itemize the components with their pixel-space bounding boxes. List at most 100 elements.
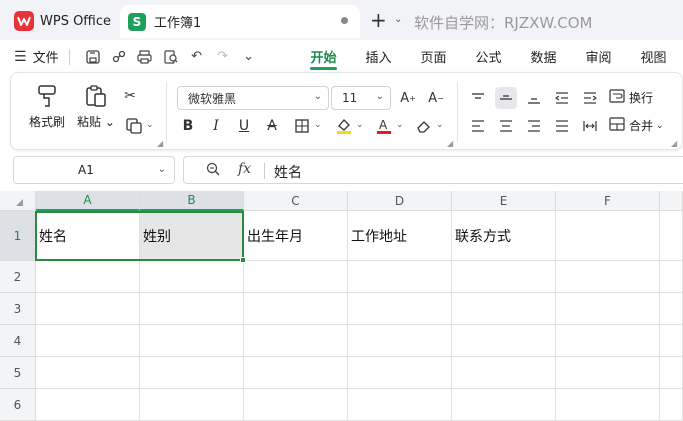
copy-icon[interactable]: [123, 115, 145, 137]
cell-e6[interactable]: [452, 389, 556, 421]
chevron-down-icon[interactable]: ⌄: [314, 120, 322, 130]
cell-f6[interactable]: [556, 389, 660, 421]
cell-g3[interactable]: [660, 293, 683, 325]
cell-c2[interactable]: [244, 261, 348, 293]
cell-a3[interactable]: [36, 293, 140, 325]
cell-f5[interactable]: [556, 357, 660, 389]
cell-b4[interactable]: [140, 325, 244, 357]
cell-e3[interactable]: [452, 293, 556, 325]
cell-c5[interactable]: [244, 357, 348, 389]
align-middle-icon[interactable]: [495, 87, 517, 109]
dialog-launcher-icon[interactable]: ◢: [157, 139, 163, 148]
formula-bar[interactable]: fx 姓名: [183, 156, 683, 184]
chevron-down-icon[interactable]: ⌄: [356, 120, 364, 130]
wps-home-tab[interactable]: WPS Office: [6, 6, 114, 36]
redo-icon[interactable]: ↷: [210, 48, 236, 66]
document-tab[interactable]: S 工作簿1: [120, 5, 360, 38]
column-header-a[interactable]: A: [36, 191, 140, 211]
chevron-down-icon[interactable]: ⌄: [394, 14, 402, 25]
cell-g1[interactable]: [660, 211, 683, 261]
align-center-icon[interactable]: [495, 115, 517, 137]
formula-content[interactable]: 姓名: [274, 162, 302, 182]
bold-icon[interactable]: B: [177, 115, 199, 137]
file-menu[interactable]: 文件: [33, 47, 59, 66]
align-top-icon[interactable]: [467, 87, 489, 109]
share-icon[interactable]: [106, 48, 132, 66]
preview-icon[interactable]: [158, 48, 184, 66]
cell-d1[interactable]: 工作地址: [348, 211, 452, 261]
justify-icon[interactable]: [551, 115, 573, 137]
column-header-e[interactable]: E: [452, 191, 556, 211]
cell-f1[interactable]: [556, 211, 660, 261]
clear-format-icon[interactable]: [413, 115, 435, 137]
cell-e1[interactable]: 联系方式: [452, 211, 556, 261]
cell-c6[interactable]: [244, 389, 348, 421]
wrap-text-button[interactable]: 换行: [609, 89, 653, 106]
function-icon[interactable]: fx: [238, 161, 251, 177]
border-icon[interactable]: [291, 115, 313, 137]
merge-cells-button[interactable]: 合并 ⌄: [609, 117, 664, 134]
column-header-f[interactable]: F: [556, 191, 660, 211]
tab-data[interactable]: 数据: [516, 40, 571, 72]
chevron-down-icon[interactable]: ⌄: [396, 120, 404, 130]
hamburger-menu-icon[interactable]: ☰: [14, 49, 27, 65]
cell-g2[interactable]: [660, 261, 683, 293]
tab-insert[interactable]: 插入: [351, 40, 406, 72]
dialog-launcher-icon[interactable]: ◢: [447, 139, 453, 148]
undo-icon[interactable]: ↶: [184, 48, 210, 66]
font-name-select[interactable]: 微软雅黑 ⌄: [177, 86, 329, 110]
cell-d6[interactable]: [348, 389, 452, 421]
cell-d5[interactable]: [348, 357, 452, 389]
row-header-5[interactable]: 5: [0, 357, 36, 389]
cell-a1[interactable]: 姓名: [36, 211, 140, 261]
italic-icon[interactable]: I: [205, 115, 227, 137]
tab-formula[interactable]: 公式: [461, 40, 516, 72]
decrease-font-size-icon[interactable]: A −: [425, 87, 447, 109]
cell-c4[interactable]: [244, 325, 348, 357]
align-bottom-icon[interactable]: [523, 87, 545, 109]
cut-icon[interactable]: ✂: [119, 85, 141, 107]
cell-b1[interactable]: 姓别: [140, 211, 244, 261]
select-all-corner[interactable]: [0, 191, 36, 211]
row-header-6[interactable]: 6: [0, 389, 36, 421]
underline-icon[interactable]: U: [233, 115, 255, 137]
chevron-down-icon[interactable]: ⌄: [158, 164, 166, 175]
chevron-down-icon[interactable]: ⌄: [146, 120, 154, 130]
increase-font-size-icon[interactable]: A +: [397, 87, 419, 109]
cell-d3[interactable]: [348, 293, 452, 325]
cell-f2[interactable]: [556, 261, 660, 293]
cell-f4[interactable]: [556, 325, 660, 357]
cell-e2[interactable]: [452, 261, 556, 293]
cell-d4[interactable]: [348, 325, 452, 357]
strikethrough-icon[interactable]: A: [261, 115, 283, 137]
save-icon[interactable]: [80, 48, 106, 66]
cell-a4[interactable]: [36, 325, 140, 357]
paste-button[interactable]: 粘贴 ⌄: [77, 83, 115, 130]
chevron-down-icon[interactable]: ⌄: [236, 48, 262, 66]
cell-d2[interactable]: [348, 261, 452, 293]
cell-b3[interactable]: [140, 293, 244, 325]
cell-e4[interactable]: [452, 325, 556, 357]
cell-a2[interactable]: [36, 261, 140, 293]
chevron-down-icon[interactable]: ⌄: [656, 121, 664, 131]
cell-b5[interactable]: [140, 357, 244, 389]
align-left-icon[interactable]: [467, 115, 489, 137]
cell-c1[interactable]: 出生年月: [244, 211, 348, 261]
print-icon[interactable]: [132, 48, 158, 66]
cell-b6[interactable]: [140, 389, 244, 421]
dialog-launcher-icon[interactable]: ◢: [671, 139, 677, 148]
row-header-4[interactable]: 4: [0, 325, 36, 357]
unsaved-dot-icon[interactable]: [341, 17, 348, 24]
tab-home[interactable]: 开始: [296, 40, 351, 72]
row-header-1[interactable]: 1: [0, 211, 36, 261]
cell-e5[interactable]: [452, 357, 556, 389]
zoom-icon[interactable]: [206, 162, 220, 180]
column-header-c[interactable]: C: [244, 191, 348, 211]
column-header-g[interactable]: [660, 191, 683, 211]
increase-indent-icon[interactable]: [579, 87, 601, 109]
tab-page[interactable]: 页面: [406, 40, 461, 72]
column-header-d[interactable]: D: [348, 191, 452, 211]
font-color-icon[interactable]: A: [373, 115, 395, 137]
new-tab-button[interactable]: +: [370, 10, 387, 30]
cell-g5[interactable]: [660, 357, 683, 389]
